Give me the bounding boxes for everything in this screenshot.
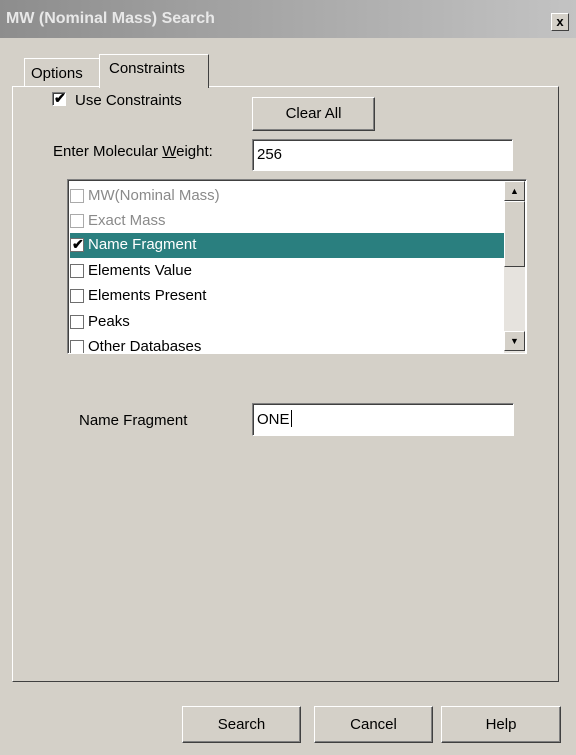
name-fragment-value: ONE	[257, 411, 290, 428]
search-button[interactable]: Search	[182, 706, 301, 743]
help-label: Help	[485, 716, 517, 733]
checkbox[interactable]	[70, 264, 84, 278]
molecular-weight-input[interactable]: 256	[252, 139, 513, 171]
title-bar: MW (Nominal Mass) Search x	[0, 0, 576, 38]
list-item-peaks[interactable]: Peaks	[70, 310, 504, 335]
list-item-elements-value[interactable]: Elements Value	[70, 259, 504, 284]
molecular-weight-label: Enter Molecular Weight:	[53, 143, 213, 160]
window-title: MW (Nominal Mass) Search	[6, 10, 215, 27]
constraints-panel	[12, 86, 559, 682]
use-constraints-label: Use Constraints	[75, 92, 182, 109]
checkbox[interactable]	[70, 315, 84, 329]
list-item-elements-present[interactable]: Elements Present	[70, 284, 504, 309]
checkbox[interactable]: ✔	[70, 236, 84, 252]
close-icon: x	[556, 14, 564, 29]
constraints-listbox[interactable]: MW(Nominal Mass) Exact Mass ✔ Name Fragm…	[67, 179, 527, 354]
clear-all-label: Clear All	[285, 105, 342, 122]
checkbox[interactable]	[70, 214, 84, 228]
tab-options[interactable]: Options	[24, 58, 100, 86]
checkbox[interactable]	[70, 289, 84, 303]
tab-constraints-label: Constraints	[109, 60, 185, 77]
use-constraints-checkbox[interactable]: ✔	[52, 90, 66, 106]
molecular-weight-value: 256	[257, 146, 283, 163]
checkbox[interactable]	[70, 340, 84, 353]
checkmark-icon: ✔	[72, 236, 84, 252]
scroll-thumb[interactable]	[504, 201, 525, 267]
help-button[interactable]: Help	[441, 706, 561, 743]
clear-all-button[interactable]: Clear All	[252, 97, 375, 131]
list-item-exact-mass[interactable]: Exact Mass	[70, 209, 504, 234]
tab-constraints[interactable]: Constraints	[99, 54, 209, 88]
text-caret	[290, 410, 292, 427]
tab-options-label: Options	[31, 65, 83, 82]
list-item-name-fragment[interactable]: ✔ Name Fragment	[70, 233, 504, 258]
search-label: Search	[217, 716, 266, 733]
name-fragment-label: Name Fragment	[79, 412, 188, 429]
checkbox[interactable]	[70, 189, 84, 203]
list-item-other-databases[interactable]: Other Databases	[70, 335, 504, 353]
arrow-down-icon: ▼	[510, 336, 519, 346]
cancel-button[interactable]: Cancel	[314, 706, 433, 743]
name-fragment-input[interactable]: ONE	[252, 403, 514, 436]
list-item-mw-nominal-mass[interactable]: MW(Nominal Mass)	[70, 184, 504, 209]
close-button[interactable]: x	[551, 13, 569, 31]
checkmark-icon: ✔	[54, 90, 66, 106]
arrow-up-icon: ▲	[510, 186, 519, 196]
listbox-scrollbar[interactable]: ▲ ▼	[504, 181, 525, 353]
scroll-down-button[interactable]: ▼	[504, 331, 525, 351]
cancel-label: Cancel	[350, 716, 397, 733]
scroll-up-button[interactable]: ▲	[504, 181, 525, 201]
